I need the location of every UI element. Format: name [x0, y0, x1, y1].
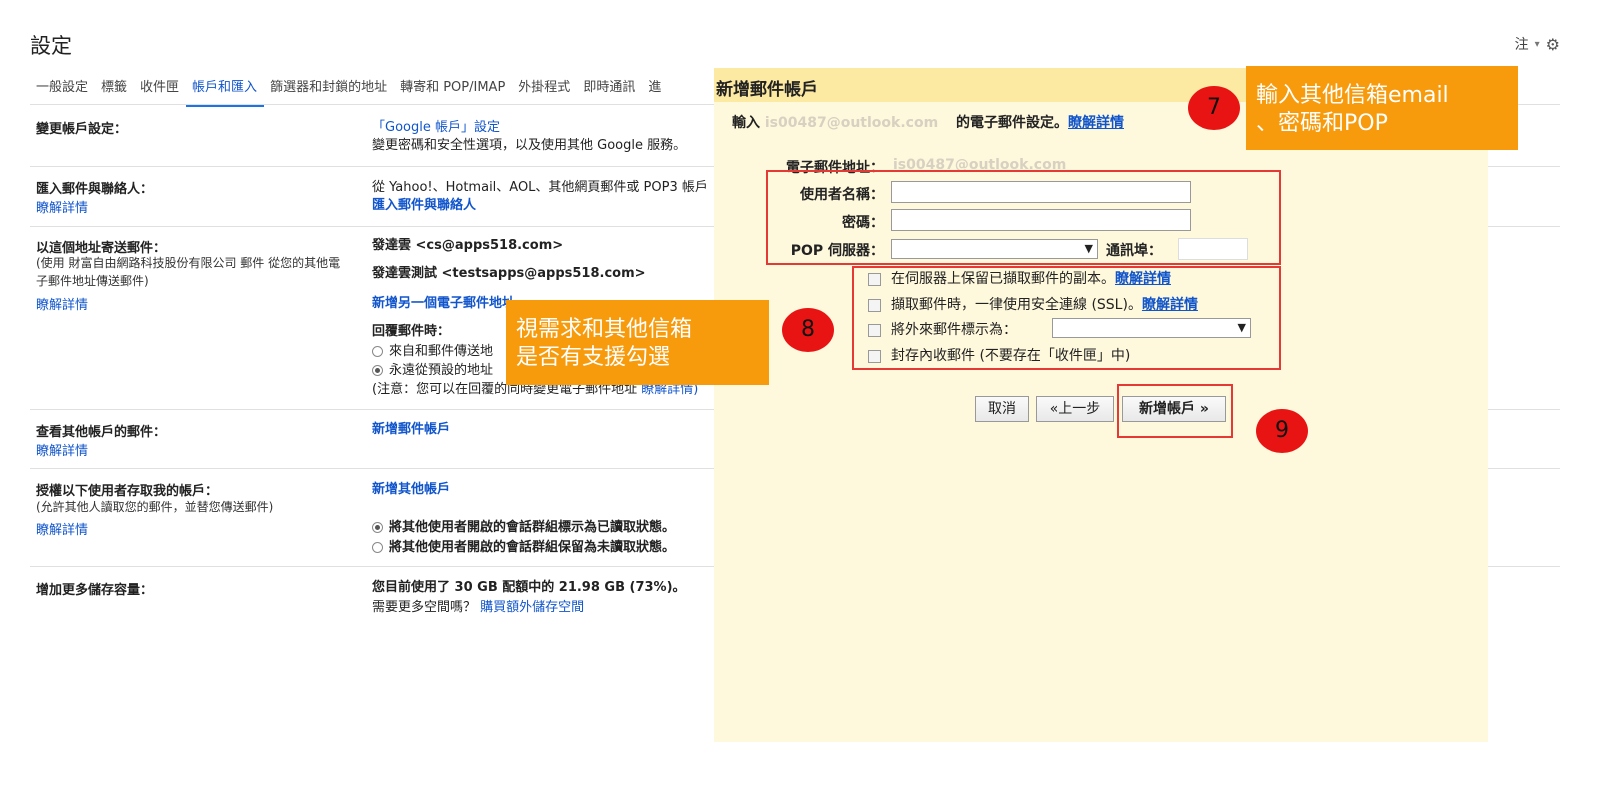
- send-as-address-2: 發達雲測試 <testsapps@apps518.com>: [372, 266, 646, 281]
- send-as-sub1: (使用 財富自由網路科技股份有限公司 郵件 從您的其他電: [36, 256, 341, 270]
- highlight-box-add-button: [1117, 384, 1233, 438]
- change-account-title: 變更帳戶設定：: [36, 122, 128, 137]
- add-another-account-link[interactable]: 新增其他帳戶: [372, 480, 450, 499]
- grant-option-2[interactable]: 將其他使用者開啟的會話群組保留為未讀取狀態。: [372, 538, 675, 557]
- gear-icon[interactable]: ⚙: [1546, 35, 1560, 54]
- step-8-marker: 8: [782, 308, 834, 352]
- back-button[interactable]: «上一步: [1036, 396, 1114, 422]
- tab-filters[interactable]: 篩選器和封鎖的地址: [264, 80, 394, 104]
- send-as-title: 以這個地址寄送郵件：: [36, 241, 167, 256]
- reply-title: 回覆郵件時：: [372, 324, 451, 339]
- highlight-box-options: [852, 266, 1281, 370]
- buy-storage-link[interactable]: 購買額外儲存空間: [480, 600, 584, 615]
- step-7-marker: 7: [1188, 86, 1240, 130]
- google-account-link[interactable]: 「Google 帳戶」設定: [372, 118, 500, 137]
- grant-option-1[interactable]: 將其他使用者開啟的會話群組標示為已讀取狀態。: [372, 518, 675, 537]
- tab-labels[interactable]: 標籤: [95, 80, 134, 104]
- grant-access-sub: (允許其他人讀取您的郵件，並替您傳送郵件): [36, 500, 274, 514]
- dialog-title: 新增郵件帳戶: [716, 80, 818, 100]
- tab-general[interactable]: 一般設定: [30, 80, 95, 104]
- grant-access-title: 授權以下使用者存取我的帳戶：: [36, 484, 219, 499]
- storage-usage: 您目前使用了 30 GB 配額中的 21.98 GB (73%)。: [372, 580, 686, 595]
- tab-inbox[interactable]: 收件匣: [134, 80, 186, 104]
- radio-button[interactable]: [372, 522, 383, 533]
- page-title: 設定: [30, 34, 72, 58]
- reply-option-1[interactable]: 來自和郵件傳送地: [372, 342, 493, 361]
- send-as-address-1: 發達雲 <cs@apps518.com>: [372, 238, 564, 253]
- radio-button[interactable]: [372, 542, 383, 553]
- header-actions: 注 ▾ ⚙: [1515, 34, 1560, 54]
- tab-addons[interactable]: 外掛程式: [512, 80, 577, 104]
- settings-tabs: 一般設定 標籤 收件匣 帳戶和匯入 篩選器和封鎖的地址 轉寄和 POP/IMAP…: [30, 80, 668, 107]
- change-account-desc: 變更密碼和安全性選項，以及使用其他 Google 服務。: [372, 138, 687, 153]
- callout-step-7: 輸入其他信箱email 、密碼和POP: [1246, 66, 1518, 150]
- notes-label[interactable]: 注: [1515, 34, 1529, 54]
- dialog-subtitle: 輸入 is00487@outlook.com: [732, 115, 939, 131]
- reply-option-2[interactable]: 永遠從預設的地址: [372, 361, 493, 380]
- tab-chat[interactable]: 即時通訊: [577, 80, 642, 104]
- radio-button[interactable]: [372, 346, 383, 357]
- add-email-address-link[interactable]: 新增另一個電子郵件地址: [372, 294, 515, 313]
- send-as-learn-more-link[interactable]: 瞭解詳情: [36, 294, 88, 313]
- add-mail-account-link[interactable]: 新增郵件帳戶: [372, 420, 450, 439]
- dialog-email-faded: is00487@outlook.com: [764, 115, 939, 131]
- storage-title: 增加更多儲存容量：: [36, 583, 154, 598]
- highlight-box-credentials: [766, 170, 1281, 265]
- dialog-learn-more-link[interactable]: 瞭解詳情: [1068, 115, 1124, 131]
- check-mail-learn-more-link[interactable]: 瞭解詳情: [36, 440, 88, 459]
- dialog-subtitle-suffix: 的電子郵件設定。瞭解詳情: [956, 115, 1124, 131]
- radio-button[interactable]: [372, 365, 383, 376]
- step-9-marker: 9: [1256, 409, 1308, 453]
- import-desc: 從 Yahoo!、Hotmail、AOL、其他網頁郵件或 POP3 帳戶: [372, 180, 708, 195]
- send-as-sub2: 子郵件地址傳送郵件): [36, 274, 149, 288]
- import-mail-contacts-link[interactable]: 匯入郵件與聯絡人: [372, 196, 476, 215]
- cancel-button[interactable]: 取消: [975, 396, 1029, 422]
- tab-accounts-import[interactable]: 帳戶和匯入: [186, 80, 265, 107]
- tab-forwarding[interactable]: 轉寄和 POP/IMAP: [394, 80, 512, 104]
- grant-learn-more-link[interactable]: 瞭解詳情: [36, 519, 88, 538]
- storage-more: 需要更多空間嗎？ 購買額外儲存空間: [372, 600, 585, 615]
- tab-advanced[interactable]: 進: [642, 80, 668, 104]
- import-title: 匯入郵件與聯絡人：: [36, 182, 154, 197]
- import-learn-more-link[interactable]: 瞭解詳情: [36, 197, 88, 216]
- callout-step-8: 視需求和其他信箱 是否有支援勾選: [506, 300, 769, 385]
- chevron-down-icon[interactable]: ▾: [1535, 39, 1540, 50]
- check-mail-title: 查看其他帳戶的郵件：: [36, 425, 167, 440]
